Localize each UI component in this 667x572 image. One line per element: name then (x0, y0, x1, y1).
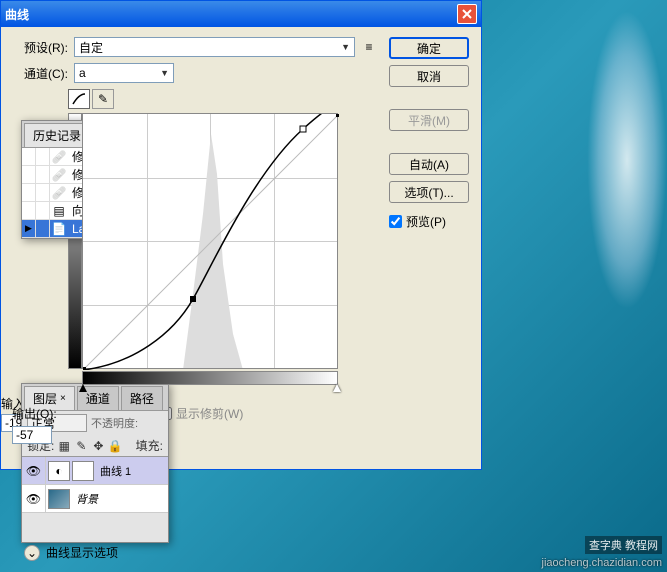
output-input[interactable] (12, 426, 52, 444)
preview-check-input[interactable] (389, 215, 402, 228)
preset-label: 预设(R): (13, 39, 68, 56)
history-brush-col (36, 202, 50, 219)
ok-button[interactable]: 确定 (389, 37, 469, 59)
tab-label: 路径 (130, 390, 154, 407)
eye-icon: 👁 (26, 492, 41, 506)
expand-button[interactable]: ⌄ (24, 545, 40, 561)
output-group: 输出(O): (12, 405, 57, 444)
channel-row: 通道(C): a ▼ (13, 63, 377, 83)
preset-select[interactable]: 自定 ▼ (74, 37, 355, 57)
btn-label: 选项(T)... (404, 184, 453, 201)
history-snapshot-col (22, 166, 36, 183)
preset-menu-icon[interactable]: ≡ (361, 39, 377, 55)
chevron-down-icon: ▼ (160, 68, 169, 78)
btn-label: 自动(A) (409, 156, 449, 173)
input-gradient-row (82, 371, 377, 385)
dialog-buttons: 确定 取消 平滑(M) 自动(A) 选项(T)... 预览(P) (389, 37, 469, 385)
history-brush-col (36, 166, 50, 183)
btn-label: 确定 (417, 40, 441, 57)
tab-label: 通道 (86, 390, 110, 407)
cancel-button[interactable]: 取消 (389, 65, 469, 87)
curve-grid[interactable] (82, 113, 338, 369)
input-gradient[interactable] (82, 371, 338, 385)
preview-checkbox[interactable]: 预览(P) (389, 213, 469, 230)
black-point-slider[interactable] (79, 384, 87, 392)
lock-move-icon[interactable]: ✥ (91, 439, 105, 453)
history-snapshot-col (22, 184, 36, 201)
curve-icon (72, 93, 86, 105)
channel-select[interactable]: a ▼ (74, 63, 174, 83)
watermark-title: 查字典 教程网 (585, 536, 662, 554)
options-button[interactable]: 选项(T)... (389, 181, 469, 203)
dialog-titlebar[interactable]: 曲线 (1, 1, 481, 27)
btn-label: 平滑(M) (408, 112, 450, 129)
visibility-toggle[interactable]: 👁 (22, 457, 46, 484)
opacity-label: 不透明度: (91, 415, 138, 431)
curve-tools: ✎ (68, 89, 377, 109)
bandage-icon: 🩹 (50, 168, 68, 182)
close-icon[interactable]: × (60, 393, 66, 404)
watermark-url: jiaocheng.chazidian.com (542, 557, 662, 569)
history-brush-col (36, 148, 50, 165)
display-options-row: ⌄ 曲线显示选项 (24, 544, 118, 561)
chevron-down-icon: ⌄ (27, 546, 37, 560)
clip-label: 显示修剪(W) (176, 405, 243, 422)
history-snapshot-col (22, 202, 36, 219)
output-label: 输出(O): (12, 405, 57, 422)
layer-thumbs: ◐ (46, 459, 96, 483)
layer-name[interactable]: 背景 (72, 491, 98, 507)
curve-point-tool[interactable] (68, 89, 90, 109)
layer-name[interactable]: 曲线 1 (96, 463, 131, 479)
bandage-icon: 🩹 (50, 186, 68, 200)
history-snapshot-col (22, 148, 36, 165)
channel-label: 通道(C): (13, 65, 68, 82)
bandage-icon: 🩹 (50, 150, 68, 164)
preview-label: 预览(P) (406, 213, 446, 230)
display-options-label: 曲线显示选项 (46, 544, 118, 561)
layer-row[interactable]: 👁 背景 (22, 485, 168, 513)
fill-label: 填充: (136, 437, 163, 454)
layer-row[interactable]: 👁 ◐ 曲线 1 (22, 457, 168, 485)
background-feather (587, 10, 667, 310)
chevron-down-icon: ▼ (341, 42, 350, 52)
history-brush-col (36, 220, 50, 237)
white-point-slider[interactable] (333, 384, 341, 392)
tab-paths[interactable]: 路径 (121, 386, 163, 410)
eye-icon: 👁 (26, 464, 41, 478)
merge-icon: ▤ (50, 204, 68, 218)
curve-area (68, 113, 377, 369)
curve-pencil-tool[interactable]: ✎ (92, 89, 114, 109)
lock-transparency-icon[interactable]: ▦ (57, 439, 71, 453)
history-brush-col (36, 184, 50, 201)
lock-brush-icon[interactable]: ✎ (74, 439, 88, 453)
visibility-toggle[interactable]: 👁 (22, 485, 46, 512)
curve-line (83, 114, 339, 370)
mask-thumb[interactable] (72, 461, 94, 481)
tab-label: 历史记录 (33, 127, 81, 144)
history-snapshot-col: ▶ (22, 220, 36, 237)
layer-thumbs (46, 487, 72, 511)
preset-row: 预设(R): 自定 ▼ ≡ (13, 37, 377, 57)
lock-all-icon[interactable]: 🔒 (108, 439, 122, 453)
arrow-icon: ▶ (25, 223, 32, 234)
btn-label: 取消 (417, 68, 441, 85)
pencil-icon: ✎ (98, 92, 108, 106)
auto-button[interactable]: 自动(A) (389, 153, 469, 175)
show-clipping-checkbox[interactable]: 显示修剪(W) (159, 405, 243, 422)
preset-value: 自定 (79, 39, 103, 56)
smooth-button: 平滑(M) (389, 109, 469, 131)
close-icon (461, 8, 473, 20)
layer-thumb[interactable] (48, 489, 70, 509)
close-button[interactable] (457, 4, 477, 24)
channel-value: a (79, 66, 86, 80)
dialog-title: 曲线 (5, 6, 29, 23)
adjustment-icon[interactable]: ◐ (48, 461, 70, 481)
doc-icon: 📄 (50, 222, 68, 236)
